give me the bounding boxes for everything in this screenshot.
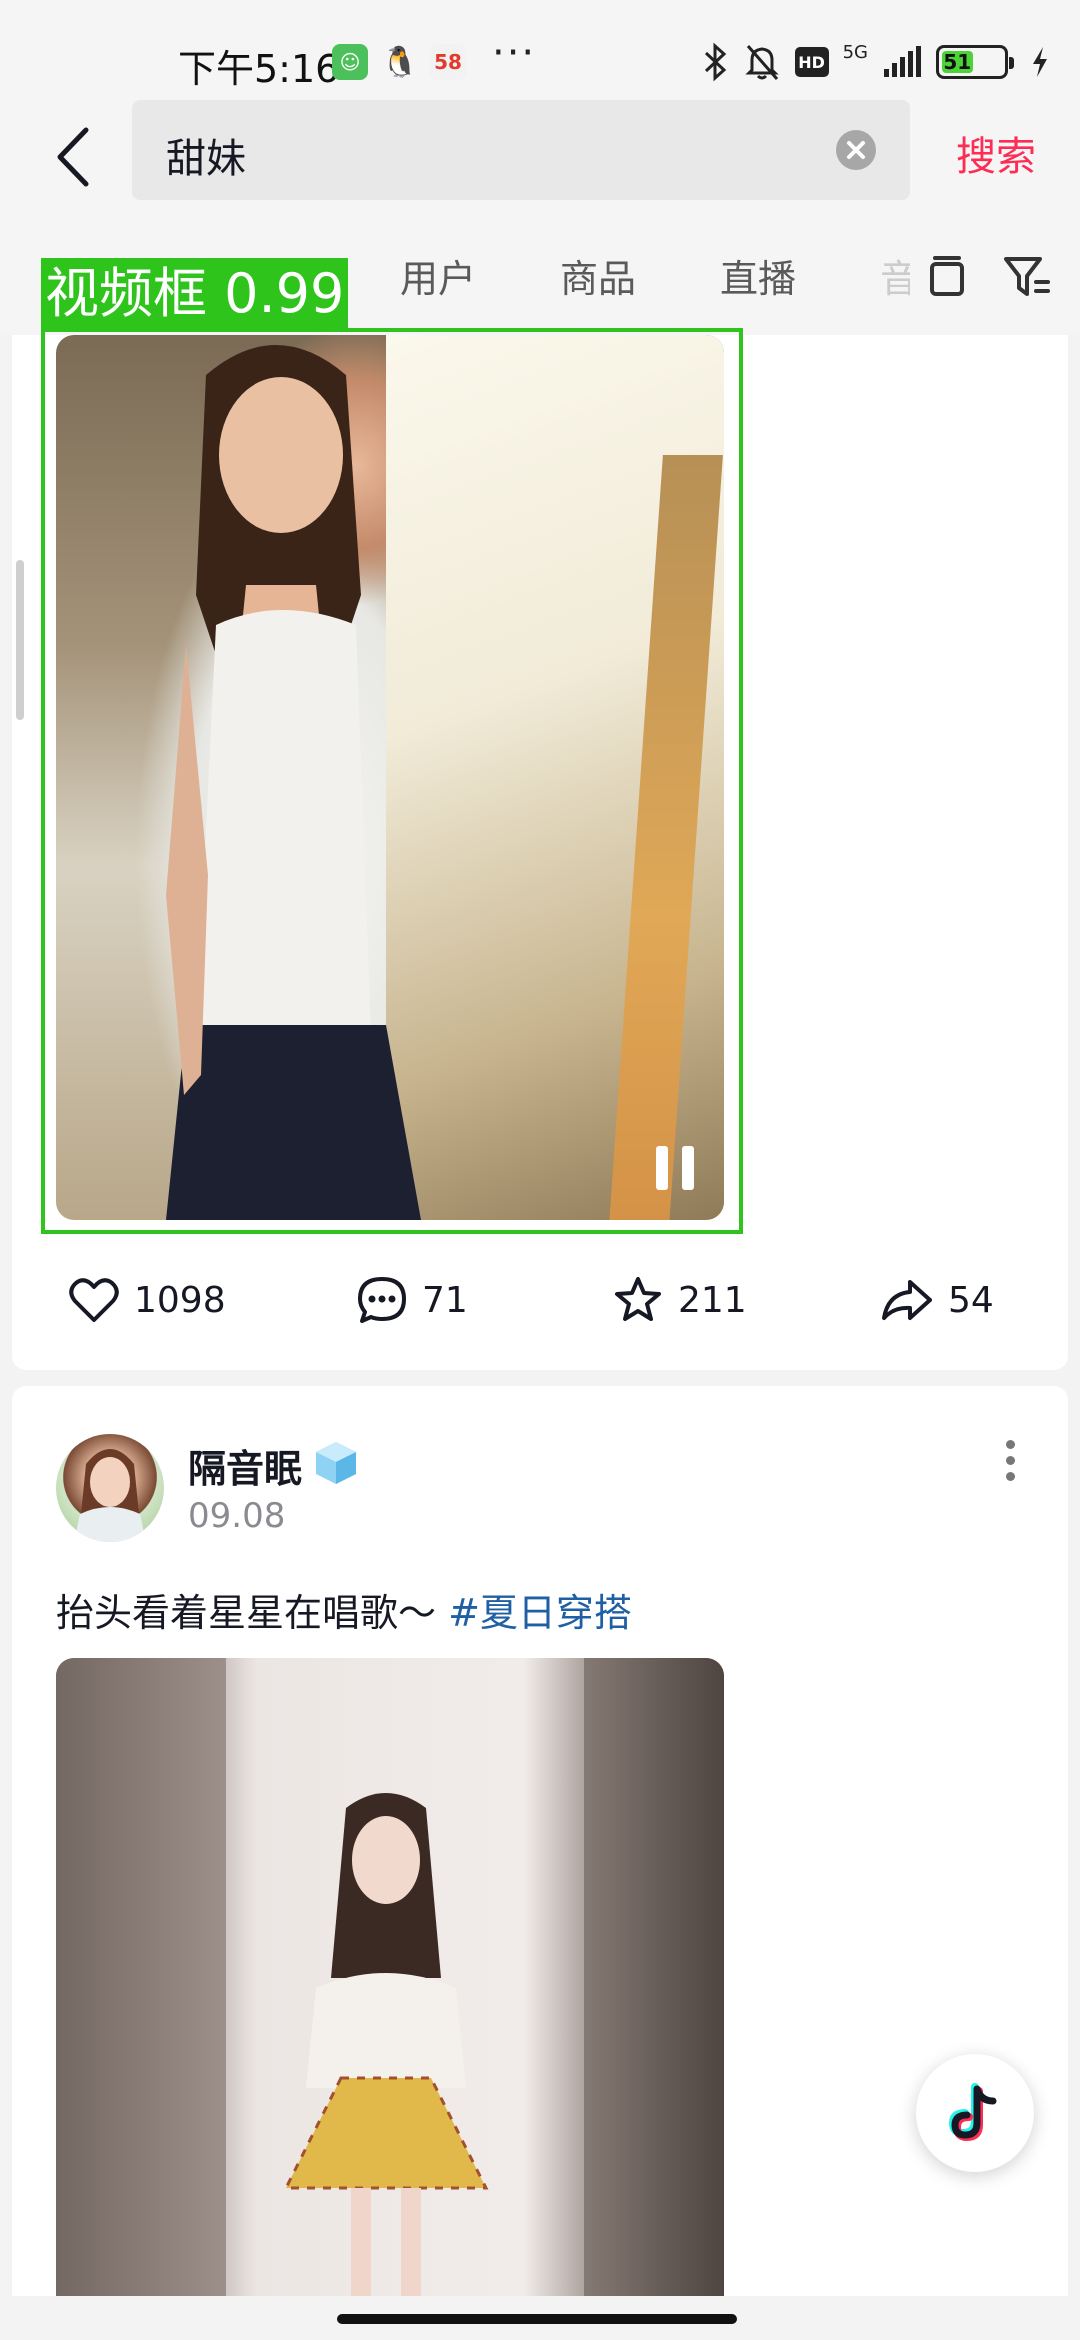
detection-label: 视频框 0.99 (41, 258, 349, 330)
comment-button[interactable]: 71 (356, 1260, 468, 1340)
heart-icon (69, 1278, 119, 1322)
close-icon (847, 141, 865, 159)
qq-notification-icon: 🐧 (381, 44, 419, 80)
ice-cube-icon (316, 1442, 356, 1484)
charging-icon (1033, 47, 1047, 77)
more-notifications-icon: ··· (492, 30, 537, 76)
comment-count: 71 (422, 1279, 468, 1321)
favorite-button[interactable]: 211 (612, 1260, 747, 1340)
tab-users[interactable]: 用户 (400, 248, 476, 303)
clear-search-button[interactable] (836, 130, 876, 170)
post-actions: 1098 71 211 54 (12, 1260, 1068, 1340)
video-post-card: 隔音眠 09.08 抬头看着星星在唱歌～ #夏日穿搭 (12, 1386, 1068, 2318)
video-subject (283, 1793, 489, 2318)
comment-icon (358, 1277, 406, 1323)
signal-icon (884, 46, 921, 77)
like-button[interactable]: 1098 (68, 1260, 226, 1340)
scroll-indicator (16, 560, 24, 720)
post-date: 09.08 (188, 1496, 286, 1536)
bluetooth-icon (704, 42, 726, 82)
star-icon (615, 1277, 661, 1321)
video-background (56, 1658, 226, 2318)
video-background-detail (584, 1658, 724, 2318)
network-type-label: 5G (842, 41, 868, 63)
status-time: 下午5:16 (178, 47, 340, 91)
gesture-bar (0, 2296, 1080, 2340)
share-button[interactable]: 54 (880, 1260, 994, 1340)
battery-icon: 51 (936, 45, 1014, 79)
avatar[interactable] (56, 1434, 164, 1542)
tab-live[interactable]: 直播 (720, 248, 796, 303)
app-58-label: 58 (434, 50, 462, 74)
bell-muted-icon (744, 45, 779, 80)
video-post-card: 1098 71 211 54 (12, 335, 1068, 1370)
search-input[interactable]: 甜妹 (132, 100, 910, 200)
share-count: 54 (948, 1279, 994, 1321)
video-subject (166, 345, 421, 1220)
douyin-logo-icon (948, 2083, 997, 2142)
hashtag-link[interactable]: #夏日穿搭 (448, 1591, 632, 1635)
layout-toggle-icon[interactable] (920, 250, 974, 304)
tab-music[interactable]: 音 (880, 248, 910, 303)
douyin-floating-button[interactable] (916, 2054, 1034, 2172)
post-caption: 抬头看着星星在唱歌～ #夏日穿搭 (56, 1582, 632, 1637)
app-58-notification-icon: 58 (430, 44, 466, 80)
avatar-image (74, 1449, 146, 1542)
battery-level: 51 (942, 50, 973, 74)
search-button[interactable]: 搜索 (956, 124, 1036, 182)
hd-badge: HD (794, 47, 829, 77)
favorite-count: 211 (678, 1279, 747, 1321)
back-arrow-icon[interactable] (48, 122, 108, 192)
status-bar: 下午5:16 ☺ 🐧 58 ··· HD 5G 51 (0, 0, 1080, 100)
author-name[interactable]: 隔音眠 (188, 1438, 302, 1493)
more-options-icon[interactable] (1006, 1440, 1018, 1486)
home-indicator[interactable] (337, 2314, 737, 2324)
tab-products[interactable]: 商品 (560, 248, 636, 303)
video-player[interactable] (56, 335, 724, 1220)
search-query-text[interactable]: 甜妹 (166, 126, 246, 184)
share-arrow-icon (882, 1280, 932, 1320)
caption-text: 抬头看着星星在唱歌～ (56, 1591, 449, 1635)
pause-icon[interactable] (656, 1146, 696, 1190)
like-count: 1098 (134, 1279, 226, 1321)
status-icons: HD 5G 51 (703, 40, 1050, 84)
search-header: 甜妹 搜索 (0, 100, 1080, 220)
video-player[interactable] (56, 1658, 724, 2318)
filter-icon[interactable] (1000, 250, 1054, 304)
wechat-notification-icon: ☺ (332, 44, 368, 80)
